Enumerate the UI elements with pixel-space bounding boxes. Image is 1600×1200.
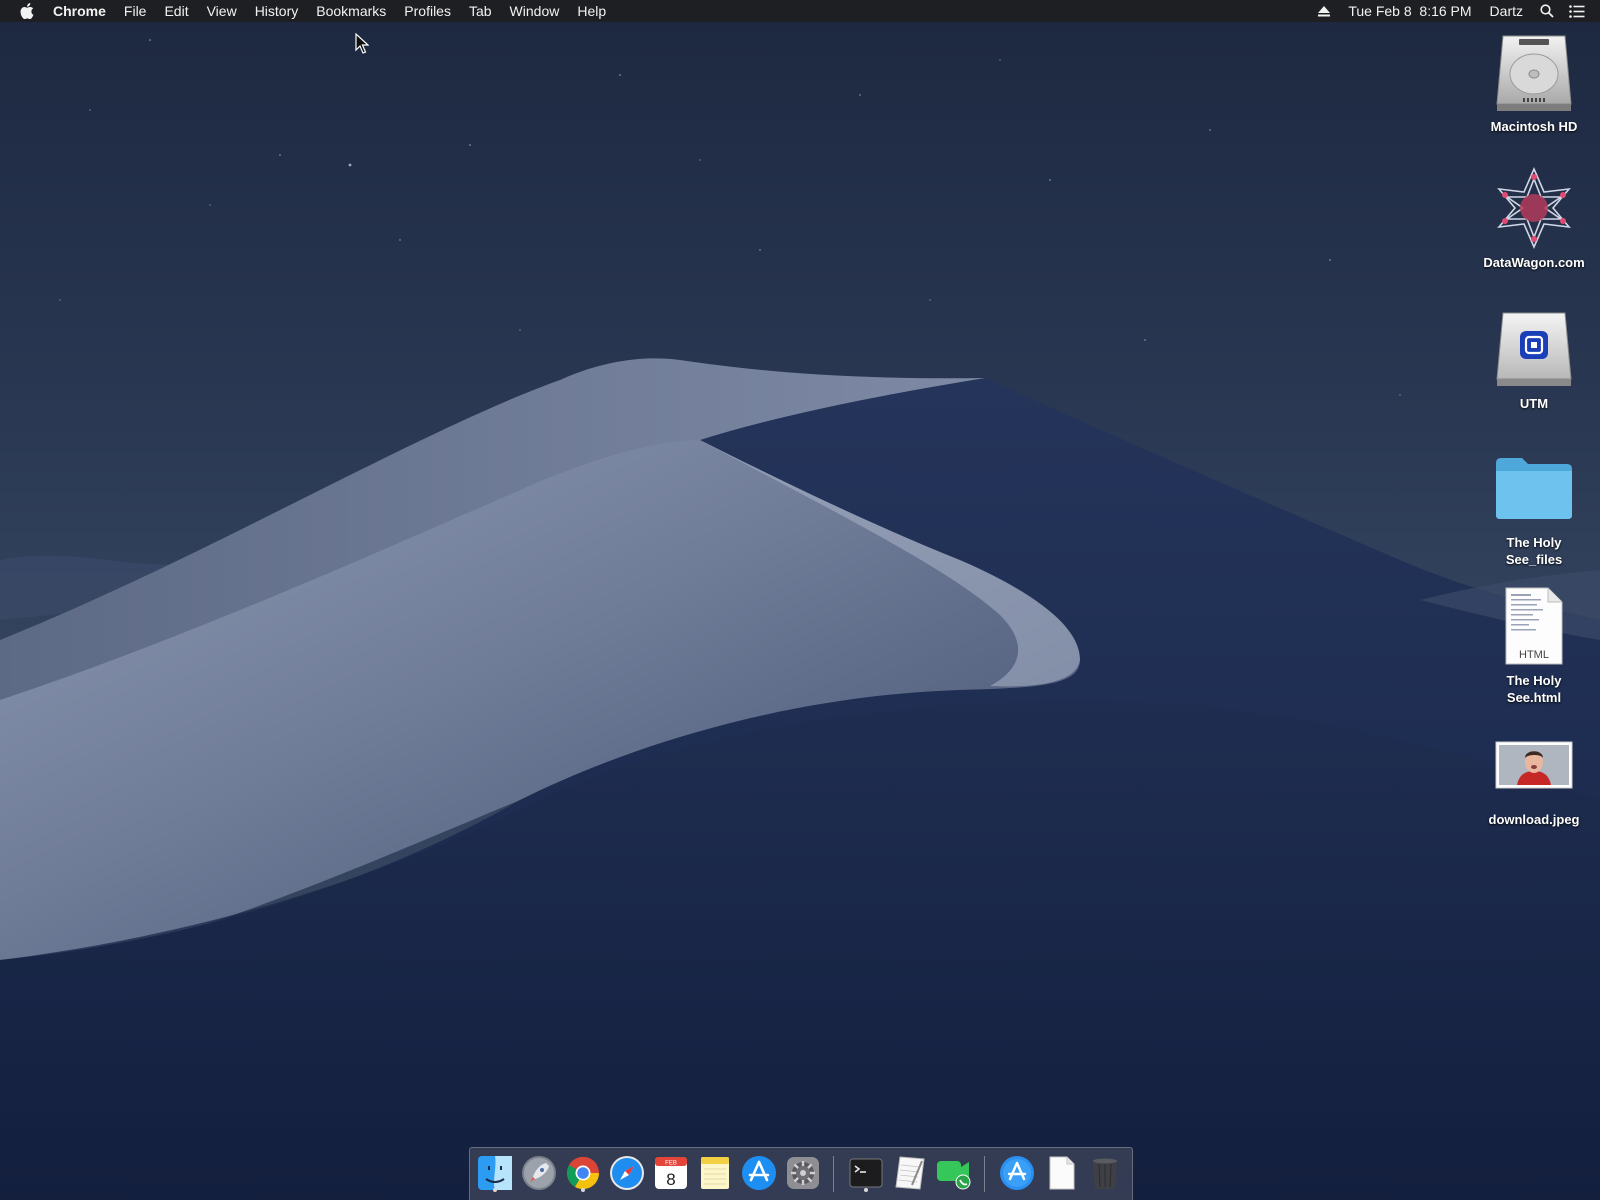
html-badge: HTML <box>1519 649 1549 661</box>
dock-chrome[interactable] <box>563 1153 603 1193</box>
calendar-month: FEB <box>665 1161 677 1167</box>
menu-edit[interactable]: Edit <box>155 0 197 22</box>
dock-launchpad[interactable] <box>519 1153 559 1193</box>
notes-icon <box>701 1157 729 1189</box>
spotlight-search-icon[interactable] <box>1532 0 1562 22</box>
menu-help[interactable]: Help <box>568 0 615 22</box>
desktop-icon-datawagon[interactable]: DataWagon.com <box>1474 166 1594 271</box>
dock-applications-folder[interactable] <box>997 1153 1037 1193</box>
dock-separator <box>984 1156 985 1192</box>
dock-documents[interactable] <box>1041 1153 1081 1193</box>
menu-bookmarks[interactable]: Bookmarks <box>307 0 395 22</box>
desktop-icon-label: DataWagon.com <box>1483 255 1585 270</box>
launchpad-rocket-icon <box>522 1156 556 1190</box>
running-indicator <box>493 1188 497 1192</box>
desktop-icon-label: The Holy See.html <box>1506 673 1562 705</box>
menubar-clock[interactable]: Tue Feb 8 8:16 PM <box>1339 0 1480 22</box>
facetime-icon <box>937 1161 971 1190</box>
html-document-icon: HTML <box>1492 584 1576 668</box>
menubar-user[interactable]: Dartz <box>1481 0 1532 22</box>
calendar-icon: FEB 8 <box>655 1157 687 1189</box>
app-store-icon <box>742 1156 776 1190</box>
dock-trash[interactable] <box>1085 1153 1125 1193</box>
finder-icon <box>478 1156 512 1190</box>
dock-system-preferences[interactable] <box>783 1153 823 1193</box>
terminal-icon <box>849 1158 883 1188</box>
applications-folder-icon <box>1000 1156 1034 1190</box>
image-thumbnail-icon <box>1492 723 1576 807</box>
dock-textedit[interactable] <box>890 1153 930 1193</box>
menu-history[interactable]: History <box>246 0 308 22</box>
system-preferences-gear-icon <box>787 1157 819 1189</box>
dock-app-store[interactable] <box>739 1153 779 1193</box>
eject-icon[interactable] <box>1309 0 1339 22</box>
menu-bar: Chrome File Edit View History Bookmarks … <box>0 0 1600 22</box>
desktop-icon-label: Macintosh HD <box>1490 119 1578 134</box>
dock-terminal[interactable] <box>846 1153 886 1193</box>
dock-separator <box>833 1156 834 1192</box>
dock-calendar[interactable]: FEB 8 <box>651 1153 691 1193</box>
running-indicator <box>581 1188 585 1192</box>
menu-tab[interactable]: Tab <box>460 0 501 22</box>
desktop-icon-macintosh-hd[interactable]: Macintosh HD <box>1474 30 1594 135</box>
chrome-icon <box>566 1156 600 1190</box>
dock-finder[interactable] <box>475 1153 515 1193</box>
dock: FEB 8 <box>469 1147 1133 1200</box>
mouse-pointer-icon <box>355 32 370 55</box>
folder-icon <box>1492 446 1576 530</box>
menu-file[interactable]: File <box>115 0 156 22</box>
utm-disk-icon <box>1492 307 1576 391</box>
datawagon-logo-icon <box>1492 166 1576 250</box>
sand-dunes-illustration <box>0 0 1600 1200</box>
trash-icon <box>1093 1158 1117 1189</box>
dock-facetime[interactable] <box>934 1153 974 1193</box>
hard-drive-icon <box>1492 30 1576 114</box>
dock-notes[interactable] <box>695 1153 735 1193</box>
desktop-wallpaper <box>0 0 1600 1200</box>
calendar-day: 8 <box>666 1170 675 1189</box>
desktop-icon-label: The Holy See_files <box>1505 535 1563 567</box>
menu-app-chrome[interactable]: Chrome <box>53 0 115 22</box>
document-stack-icon <box>1049 1156 1075 1190</box>
safari-compass-icon <box>610 1156 644 1190</box>
desktop-icon-holy-see-files-folder[interactable]: The Holy See_files <box>1474 446 1594 568</box>
desktop-icon-utm[interactable]: UTM <box>1474 307 1594 412</box>
apple-logo-icon[interactable] <box>19 2 35 20</box>
menu-window[interactable]: Window <box>501 0 569 22</box>
desktop-icon-label: download.jpeg <box>1488 812 1580 827</box>
menu-view[interactable]: View <box>198 0 246 22</box>
desktop-icon-holy-see-html[interactable]: HTML The Holy See.html <box>1474 584 1594 706</box>
notification-center-icon[interactable] <box>1562 0 1592 22</box>
dock-safari[interactable] <box>607 1153 647 1193</box>
textedit-icon <box>895 1156 925 1190</box>
desktop-icon-label: UTM <box>1519 396 1549 411</box>
menu-profiles[interactable]: Profiles <box>395 0 460 22</box>
desktop-icon-download-jpeg[interactable]: download.jpeg <box>1474 723 1594 828</box>
running-indicator <box>864 1188 868 1192</box>
